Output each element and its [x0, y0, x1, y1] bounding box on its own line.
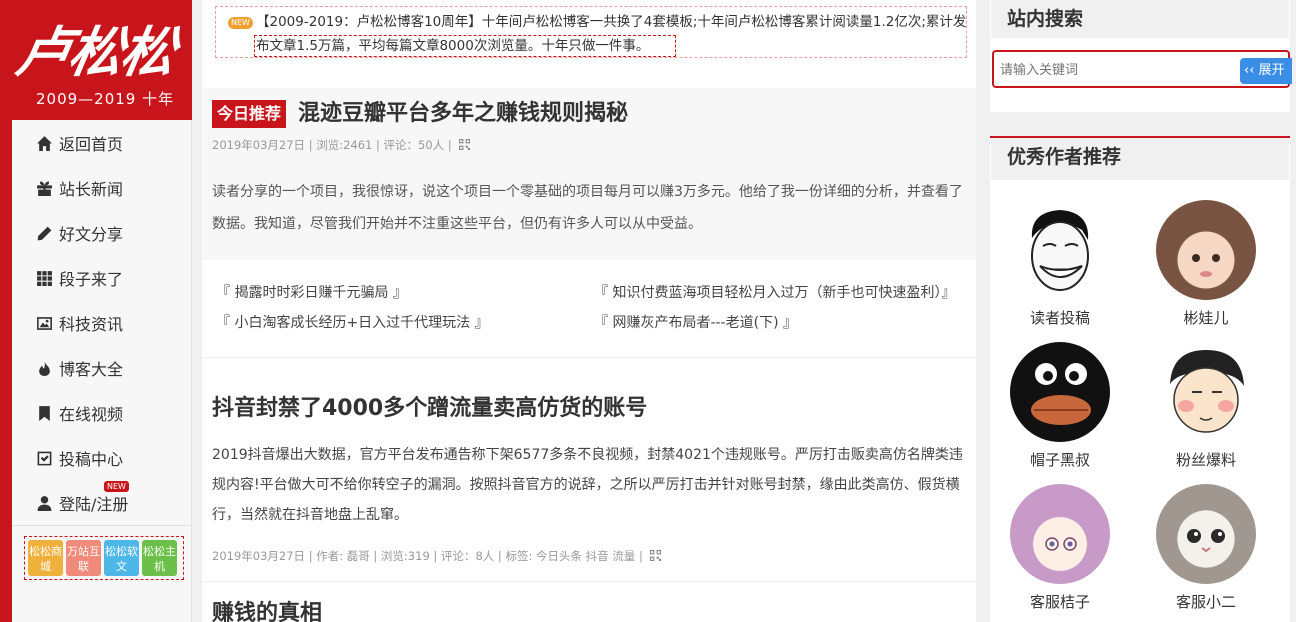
- qrcode-icon[interactable]: [459, 139, 471, 150]
- notice-highlight: [254, 35, 676, 57]
- home-icon: [37, 135, 52, 151]
- nav-divider: [12, 525, 192, 526]
- related-link[interactable]: 『 网赚灰产布局者---老道(下) 』: [594, 313, 797, 333]
- avatar[interactable]: [1010, 342, 1110, 442]
- author-card[interactable]: 粉丝爆料: [1146, 342, 1266, 470]
- author-card[interactable]: 彬娃儿: [1146, 200, 1266, 328]
- nav-item-label: 好文分享: [59, 225, 124, 244]
- new-badge: NEW: [104, 481, 129, 492]
- nav-item-articles[interactable]: 好文分享: [12, 213, 192, 253]
- author-name: 帽子黑叔: [1029, 451, 1090, 469]
- author-card[interactable]: 客服桔子: [1000, 484, 1120, 612]
- avatar[interactable]: [1010, 200, 1110, 300]
- user-icon: [37, 495, 52, 511]
- featured-meta: 2019年03月27日 | 浏览:2461 | 评论：50人 |: [212, 136, 471, 154]
- tile-softtext[interactable]: 松松软文: [104, 540, 139, 576]
- author-card[interactable]: 帽子黑叔: [1000, 342, 1120, 470]
- author-name: 读者投稿: [1029, 309, 1090, 327]
- nav-item-jokes[interactable]: 段子来了: [12, 258, 192, 298]
- post-meta-text: 2019年03月27日 | 作者: 磊哥 | 浏览:319 | 评论：8人 | …: [212, 549, 643, 563]
- nav-item-tech[interactable]: 科技资讯: [12, 303, 192, 343]
- nav-item-label: 登陆/注册: [59, 495, 129, 514]
- featured-post: 今日推荐 混迹豆瓣平台多年之赚钱规则揭秘 2019年03月27日 | 浏览:24…: [202, 88, 976, 260]
- double-chevron-left-icon: ‹‹: [1244, 63, 1255, 78]
- related-link[interactable]: 『 知识付费蓝海项目轻松月入过万（新手也可快速盈利）』: [594, 283, 955, 303]
- search-panel: 站内搜索 ‹‹ 展开: [990, 0, 1292, 112]
- post-title[interactable]: 赚钱的真相: [212, 599, 322, 622]
- related-link[interactable]: 『 揭露时时彩日赚千元骗局 』: [216, 283, 407, 303]
- author-name: 客服桔子: [1029, 593, 1090, 611]
- check-square-icon: [37, 451, 52, 465]
- nav-item-blogs[interactable]: 博客大全: [12, 348, 192, 388]
- author-name: 彬娃儿: [1183, 309, 1229, 327]
- avatar[interactable]: [1156, 342, 1256, 442]
- post-item: 抖音封禁了4000多个蹭流量卖高仿货的账号 2019抖音爆出大数据，官方平台发布…: [202, 360, 976, 582]
- author-card[interactable]: 客服小二: [1146, 484, 1266, 612]
- nav-item-label: 段子来了: [59, 270, 124, 289]
- gift-icon: [37, 181, 52, 196]
- main-content: NEW 【2009-2019：卢松松博客10周年】十年间卢松松博客一共换了4套模…: [202, 0, 976, 622]
- main-nav: 返回首页 站长新闻 好文分享 段子来了 科技资讯 博客大全 在线视频 投稿中心: [12, 120, 192, 622]
- featured-excerpt: 读者分享的一个项目，我很惊讶，说这个项目一个零基础的项目每月可以赚3万多元。他给…: [212, 184, 963, 232]
- author-name: 粉丝爆料: [1175, 451, 1236, 469]
- post-meta: 2019年03月27日 | 作者: 磊哥 | 浏览:319 | 评论：8人 | …: [212, 547, 662, 565]
- nav-item-submit[interactable]: 投稿中心: [12, 438, 192, 478]
- site-logo[interactable]: 卢松松 2009—2019 十年: [0, 0, 192, 120]
- new-badge: NEW: [228, 17, 253, 29]
- search-input[interactable]: [1000, 60, 1230, 80]
- search-heading: 站内搜索: [991, 0, 1289, 38]
- expand-button-label: 展开: [1258, 63, 1285, 78]
- related-link[interactable]: 『 小白淘客成长经历+日入过千代理玩法 』: [216, 313, 489, 333]
- nav-item-label: 返回首页: [59, 135, 124, 154]
- nav-item-news[interactable]: 站长新闻: [12, 168, 192, 208]
- post-title[interactable]: 抖音封禁了4000多个蹭流量卖高仿货的账号: [212, 394, 647, 424]
- avatar[interactable]: [1156, 484, 1256, 584]
- nav-item-home[interactable]: 返回首页: [12, 123, 192, 163]
- author-card[interactable]: 读者投稿: [1000, 200, 1120, 328]
- featured-meta-text: 2019年03月27日 | 浏览:2461 | 评论：50人 |: [212, 138, 452, 152]
- authors-heading: 优秀作者推荐: [991, 138, 1289, 180]
- nav-item-video[interactable]: 在线视频: [12, 393, 192, 433]
- nav-item-label: 站长新闻: [59, 180, 124, 199]
- pencil-icon: [37, 226, 52, 240]
- tile-mall[interactable]: 松松商城: [28, 540, 63, 576]
- nav-item-label: 在线视频: [59, 405, 124, 424]
- nav-item-label: 科技资讯: [59, 315, 124, 334]
- tile-hosting[interactable]: 松松主机: [142, 540, 177, 576]
- nav-item-label: 博客大全: [59, 360, 124, 379]
- logo-brand: 卢松松: [11, 20, 179, 84]
- notice-banner[interactable]: NEW 【2009-2019：卢松松博客10周年】十年间卢松松博客一共换了4套模…: [215, 6, 967, 58]
- author-name: 客服小二: [1175, 593, 1236, 611]
- logo-years: 2009—2019 十年: [36, 90, 175, 108]
- nav-item-login[interactable]: 登陆/注册 NEW: [12, 481, 192, 523]
- nav-item-label: 投稿中心: [59, 450, 124, 469]
- avatar[interactable]: [1010, 484, 1110, 584]
- post-item: 赚钱的真相: [202, 583, 976, 622]
- grid-icon: [37, 270, 52, 286]
- related-links: 『 揭露时时彩日赚千元骗局 』 『 知识付费蓝海项目轻松月入过万（新手也可快速盈…: [202, 270, 976, 358]
- right-sidebar: 站内搜索 ‹‹ 展开 优秀作者推荐 读者投稿: [990, 0, 1292, 622]
- tile-network[interactable]: 万站互联: [66, 540, 101, 576]
- partner-tiles: 松松商城 万站互联 松松软文 松松主机: [24, 536, 184, 580]
- qrcode-icon[interactable]: [650, 550, 662, 561]
- fire-icon: [39, 360, 50, 376]
- search-box: ‹‹ 展开: [992, 50, 1292, 88]
- today-recommend-tag: 今日推荐: [212, 100, 287, 128]
- image-icon: [37, 316, 52, 330]
- authors-panel: 优秀作者推荐 读者投稿 彬娃儿 帽子黑叔 粉丝爆料 客服桔子 客服小二: [990, 136, 1290, 622]
- bookmark-icon: [39, 405, 50, 421]
- featured-title[interactable]: 混迹豆瓣平台多年之赚钱规则揭秘: [298, 98, 628, 130]
- post-excerpt: 2019抖音爆出大数据，官方平台发布通告称下架6577多条不良视频，封禁4021…: [212, 447, 963, 523]
- left-sidebar: 卢松松 2009—2019 十年 返回首页 站长新闻 好文分享 段子来了 科技资…: [0, 0, 192, 622]
- expand-button[interactable]: ‹‹ 展开: [1240, 58, 1292, 84]
- avatar[interactable]: [1156, 200, 1256, 300]
